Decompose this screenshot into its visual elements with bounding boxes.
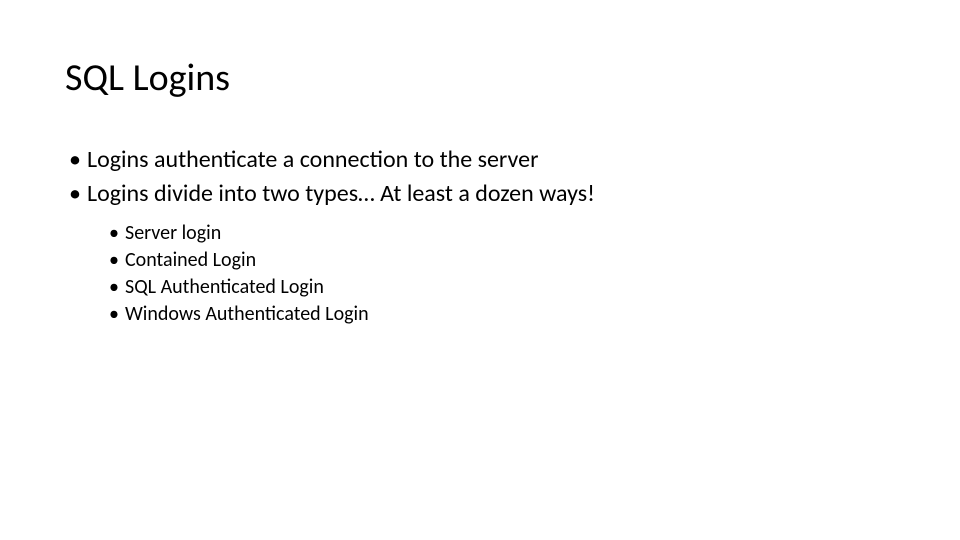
- sub-bullet-item: Contained Login: [109, 247, 895, 274]
- main-bullet-item: Logins authenticate a connection to the …: [69, 143, 895, 177]
- main-bullet-text: Logins divide into two types… At least a…: [87, 179, 595, 208]
- main-bullet-item: Logins divide into two types… At least a…: [69, 177, 895, 211]
- sub-bullet-text: Windows Authenticated Login: [125, 302, 369, 326]
- sub-bullet-item: Server login: [109, 220, 895, 247]
- sub-bullet-item: SQL Authenticated Login: [109, 274, 895, 301]
- sub-bullet-text: Contained Login: [125, 248, 256, 272]
- sub-bullet-item: Windows Authenticated Login: [109, 301, 895, 328]
- sub-bullet-text: Server login: [125, 221, 221, 245]
- sub-bullet-list: Server login Contained Login SQL Authent…: [109, 220, 895, 328]
- slide-title: SQL Logins: [65, 55, 895, 101]
- sub-bullet-text: SQL Authenticated Login: [125, 275, 324, 299]
- main-bullet-list: Logins authenticate a connection to the …: [69, 143, 895, 210]
- main-bullet-text: Logins authenticate a connection to the …: [87, 145, 538, 174]
- slide: SQL Logins Logins authenticate a connect…: [0, 0, 960, 368]
